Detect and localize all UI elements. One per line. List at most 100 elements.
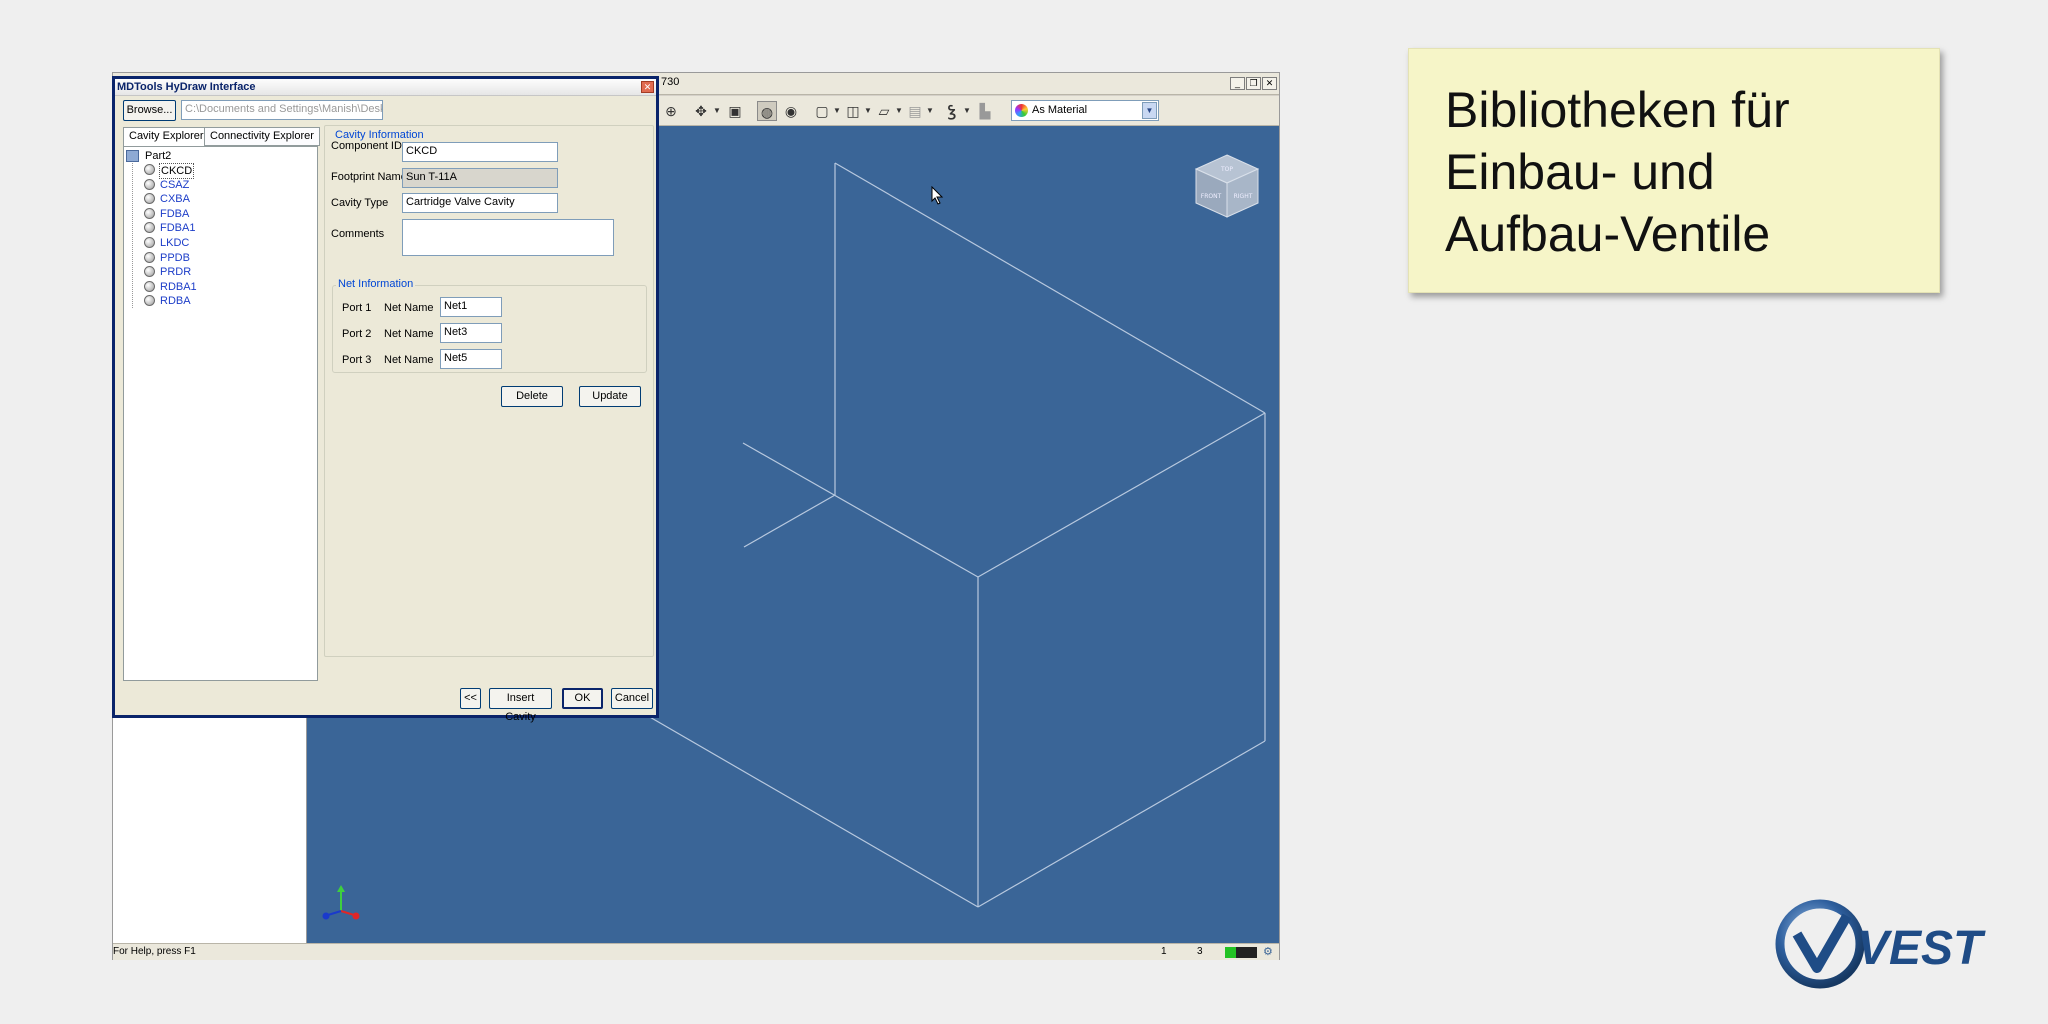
vest-logo: VEST [1775,899,1986,989]
tree-item-label: CSAZ [160,179,190,191]
net-information-legend: Net Information [336,278,416,290]
tree-item-label: CKCD [159,163,195,179]
box-edge-bottom-right [977,740,1266,908]
status-number-2: 3 [1197,946,1203,957]
hydraw-dialog: MDTools HyDraw Interface ✕ Browse... C:\… [112,76,659,723]
cavity-node-icon [144,295,155,306]
close-window-button[interactable]: ✕ [1262,77,1277,90]
status-number-1: 1 [1161,946,1167,957]
tree-item-label: RDBA1 [160,281,197,293]
delete-button[interactable]: Delete [501,386,563,407]
cavity-node-icon [144,179,155,190]
isometric-icon[interactable]: ◫ [843,101,863,121]
comments-label: Comments [331,228,385,240]
status-meter-fill [1225,947,1237,958]
port-1-net-field[interactable]: Net1 [440,297,502,317]
status-bar: For Help, press F1 1 3 ⚙ [113,943,1279,960]
footprint-name-field: Sun T-11A [402,168,558,188]
zoom-icon[interactable]: ⊕ [661,101,681,121]
part-icon [126,150,139,162]
cavity-node-icon [144,164,155,175]
tree-root-label: Part2 [145,150,172,162]
orbit-dropdown-icon[interactable]: ▼ [713,101,721,121]
status-help-text: For Help, press F1 [113,946,196,957]
ok-button[interactable]: OK [562,688,603,709]
tree-item-label: FDBA1 [160,222,196,234]
color-wheel-icon [1015,104,1028,117]
section-icon[interactable]: ▤ [905,101,925,121]
viewcube-icon[interactable]: TOP FRONT RIGHT [1192,151,1262,221]
port-3-net-name-label: Net Name [384,354,434,366]
restore-button[interactable]: ❐ [1246,77,1261,90]
footprint-name-label: Footprint Name [331,171,407,183]
port-3-net-field[interactable]: Net5 [440,349,502,369]
shaded-view-icon[interactable]: ◍ [757,101,777,121]
measure-icon[interactable]: ▙ [975,101,995,121]
cad-window-title: 730 [661,76,680,88]
cancel-button[interactable]: Cancel [611,688,653,709]
cavity-node-icon [144,281,155,292]
logo-text: VEST [1857,922,1986,975]
section-dropdown-icon[interactable]: ▼ [926,101,934,121]
insert-cavity-button[interactable]: Insert Cavity [489,688,552,723]
tab-connectivity-explorer[interactable]: Connectivity Explorer [204,127,320,146]
tree-guide-line [132,163,133,308]
dialog-close-button[interactable]: ✕ [641,81,654,93]
camera-icon[interactable]: ▣ [725,101,745,121]
material-select[interactable]: As Material ▼ [1011,100,1159,121]
network-icon: ⚙ [1263,946,1273,958]
comments-field[interactable] [402,219,614,256]
status-meter [1225,947,1257,958]
callout-text: Bibliotheken für Einbau- und Aufbau-Vent… [1445,79,1915,265]
port-2-net-field[interactable]: Net3 [440,323,502,343]
sketch-icon[interactable]: Ꝣ [942,101,962,121]
chevron-down-icon[interactable]: ▼ [1142,102,1157,119]
collapse-button[interactable]: << [460,688,481,709]
plane-dropdown-icon[interactable]: ▼ [895,101,903,121]
port-1-label: Port 1 [342,302,372,314]
net-information-group: Net Information Port 1 Net Name Net1 Por… [332,278,647,373]
plane-icon[interactable]: ▱ [874,101,894,121]
cavity-type-label: Cavity Type [331,197,389,209]
box-edge-top-front [977,412,1266,578]
box-edge-top-left [742,442,979,578]
details-panel: Cavity Information Component ID CKCD Foo… [324,125,654,657]
cavity-node-icon [144,193,155,204]
path-field[interactable]: C:\Documents and Settings\Manish\Desktop [181,100,383,120]
iso-dropdown-icon[interactable]: ▼ [864,101,872,121]
update-button[interactable]: Update [579,386,641,407]
port-3-label: Port 3 [342,354,372,366]
viewcube-top-label: TOP [1220,166,1233,173]
cavity-node-icon [144,266,155,277]
view-dropdown-icon[interactable]: ▼ [833,101,841,121]
dialog-title: MDTools HyDraw Interface [117,81,256,93]
viewcube-right-label: RIGHT [1234,193,1253,200]
box-edge-back-bottom [743,494,836,548]
mouse-pointer-icon [931,186,944,205]
tree-item-label: FDBA [160,208,190,220]
browse-button[interactable]: Browse... [123,100,176,121]
cavity-tree[interactable]: Part2 CKCD CSAZ CXBA FDBA FDBA1 LKDC PPD… [123,146,318,681]
dialog-titlebar: MDTools HyDraw Interface ✕ [115,79,656,96]
render-icon[interactable]: ◉ [781,101,801,121]
material-select-value: As Material [1032,104,1088,116]
cavity-type-field[interactable]: Cartridge Valve Cavity [402,193,558,213]
port-2-net-name-label: Net Name [384,328,434,340]
viewcube-front-label: FRONT [1201,193,1222,200]
view-cube-icon[interactable]: ▢ [812,101,832,121]
axis-triad-icon [322,885,360,920]
callout-line-1: Bibliotheken für [1445,82,1790,138]
callout-card: Bibliotheken für Einbau- und Aufbau-Vent… [1408,48,1940,293]
component-id-field[interactable]: CKCD [402,142,558,162]
cavity-node-icon [144,222,155,233]
tab-cavity-explorer[interactable]: Cavity Explorer [123,127,210,147]
tree-item-label: PRDR [160,266,192,278]
tree-item-label: LKDC [160,237,190,249]
callout-line-3: Aufbau-Ventile [1445,206,1771,262]
component-id-label: Component ID [331,140,402,152]
orbit-icon[interactable]: ✥ [691,101,711,121]
minimize-button[interactable]: _ [1230,77,1245,90]
callout-line-2: Einbau- und [1445,144,1715,200]
sketch-dropdown-icon[interactable]: ▼ [963,101,971,121]
cavity-node-icon [144,237,155,248]
